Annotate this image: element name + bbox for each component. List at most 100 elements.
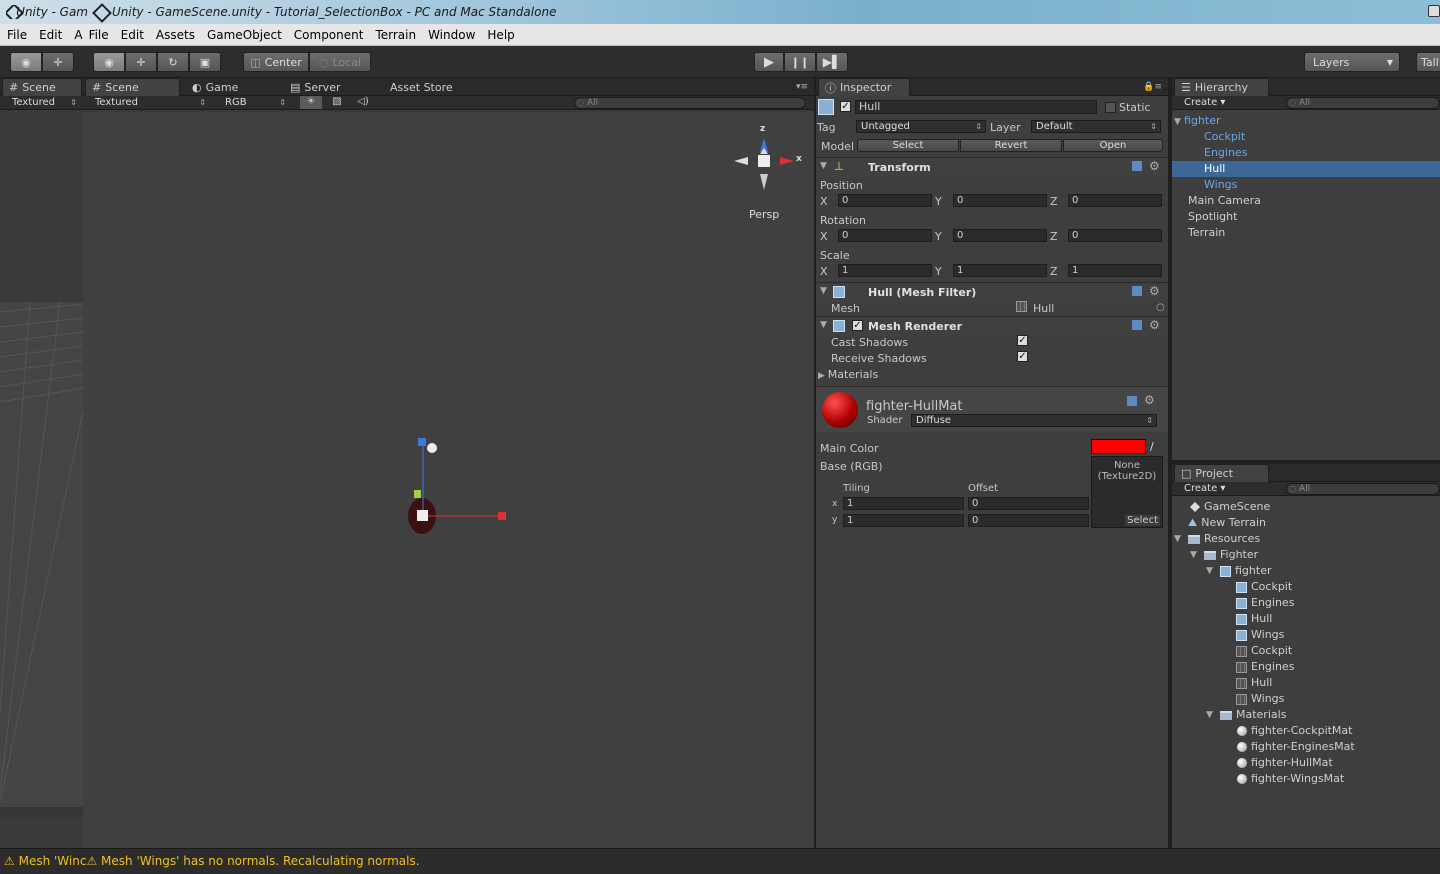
help-icon[interactable] xyxy=(1132,161,1142,171)
hierarchy-item-terrain[interactable]: Terrain xyxy=(1188,225,1225,241)
gizmo-negy-arrow[interactable] xyxy=(760,174,768,190)
project-item-wings-mat[interactable]: fighter-WingsMat xyxy=(1237,771,1344,787)
tab-hierarchy[interactable]: ☰ Hierarchy xyxy=(1174,78,1269,96)
project-item-engines-grid[interactable]: Engines xyxy=(1236,659,1294,675)
project-item-hull-grid[interactable]: Hull xyxy=(1236,675,1272,691)
tab-asset-store[interactable]: Asset Store xyxy=(384,78,459,96)
project-create-button[interactable]: Create ▾ xyxy=(1184,483,1225,494)
handle-x-cube[interactable] xyxy=(498,512,506,520)
rotation-z-field[interactable]: 0 xyxy=(1068,229,1162,242)
menu-edit-1[interactable]: Edit xyxy=(33,28,68,42)
model-open-button[interactable]: Open xyxy=(1063,139,1163,152)
foldout-arrow-icon[interactable]: ▼ xyxy=(820,286,827,296)
handle-y-cube[interactable] xyxy=(414,490,421,498)
panel-menu-icon[interactable]: ▾≡ xyxy=(796,82,808,92)
offset-y-field[interactable]: 0 xyxy=(968,514,1089,527)
project-item-wings-grid[interactable]: Wings xyxy=(1236,691,1284,707)
project-item-cockpit-grid[interactable]: Cockpit xyxy=(1236,643,1292,659)
mesh-value[interactable]: Hull xyxy=(1033,302,1054,315)
mesh-filter-header[interactable]: ▼ Hull (Mesh Filter) ⚙ xyxy=(816,282,1168,302)
gear-icon[interactable]: ⚙ xyxy=(1149,284,1160,298)
object-picker-icon[interactable]: ○ xyxy=(1156,302,1165,313)
hierarchy-search-input[interactable]: All xyxy=(1286,97,1440,109)
hierarchy-item-wings[interactable]: Wings xyxy=(1204,177,1237,193)
scene-view[interactable]: z x Persp xyxy=(0,112,814,848)
transform-handle[interactable] xyxy=(390,430,530,550)
hierarchy-item-main-camera[interactable]: Main Camera xyxy=(1188,193,1261,209)
move-tool-button[interactable]: ✛ xyxy=(125,52,157,72)
foldout-arrow-icon[interactable]: ▼ xyxy=(820,161,827,171)
layers-dropdown[interactable]: Layers ▼ xyxy=(1304,52,1400,72)
view-tool-button[interactable]: ◉ xyxy=(93,52,125,72)
audio-toggle[interactable]: ◁) xyxy=(352,96,374,109)
scale-z-field[interactable]: 1 xyxy=(1068,264,1162,277)
render-mode-dropdown-1[interactable]: Textured xyxy=(8,96,80,109)
pivot-center-button[interactable]: ◫ Center xyxy=(243,52,309,72)
gear-icon[interactable]: ⚙ xyxy=(1144,393,1155,407)
position-y-field[interactable]: 0 xyxy=(953,194,1047,207)
pivot-local-button[interactable]: ◌ Local xyxy=(309,52,371,72)
rotate-tool-button[interactable]: ↻ xyxy=(157,52,189,72)
pause-button[interactable]: ❙❙ xyxy=(784,52,816,72)
project-item-wings-mesh[interactable]: Wings xyxy=(1236,627,1284,643)
help-icon[interactable] xyxy=(1132,286,1142,296)
project-item-new-terrain[interactable]: ⛰ New Terrain xyxy=(1188,515,1266,531)
hierarchy-item-cockpit[interactable]: Cockpit xyxy=(1204,129,1245,145)
mesh-renderer-enabled-checkbox[interactable]: ✓ xyxy=(852,320,863,331)
view-tool-1-button[interactable]: ◉ xyxy=(10,52,42,72)
project-item-engines-mat[interactable]: fighter-EnginesMat xyxy=(1237,739,1355,755)
rotation-y-field[interactable]: 0 xyxy=(953,229,1047,242)
project-item-hull-mat[interactable]: fighter-HullMat xyxy=(1237,755,1333,771)
active-checkbox[interactable]: ✓ xyxy=(840,101,851,112)
tag-dropdown[interactable]: Untagged xyxy=(856,120,986,133)
channel-dropdown[interactable]: RGB xyxy=(221,96,289,109)
handle-center-cube[interactable] xyxy=(417,510,428,521)
main-color-swatch[interactable] xyxy=(1091,439,1146,454)
project-item-engines-mesh[interactable]: Engines xyxy=(1236,595,1294,611)
hierarchy-item-hull[interactable]: Hull xyxy=(1172,161,1440,177)
texture-slot[interactable]: None (Texture2D) Select xyxy=(1091,456,1163,528)
menu-file-1[interactable]: File xyxy=(0,28,33,42)
eyedropper-icon[interactable]: ∕ xyxy=(1150,440,1154,453)
mesh-renderer-header[interactable]: ▼ ✓ Mesh Renderer ⚙ xyxy=(816,316,1168,336)
gizmo-center[interactable] xyxy=(758,155,770,167)
menu-assets[interactable]: Assets xyxy=(150,28,201,42)
menu-terrain[interactable]: Terrain xyxy=(369,28,422,42)
hierarchy-item-engines[interactable]: Engines xyxy=(1204,145,1247,161)
materials-foldout[interactable]: ▶ Materials xyxy=(818,368,878,381)
hierarchy-item-spotlight[interactable]: Spotlight xyxy=(1188,209,1237,225)
help-icon[interactable] xyxy=(1127,396,1137,406)
play-button[interactable]: ▶ xyxy=(754,52,784,72)
menu-window[interactable]: Window xyxy=(422,28,481,42)
project-item-cockpit-mat[interactable]: fighter-CockpitMat xyxy=(1237,723,1352,739)
lighting-toggle[interactable]: ☀ xyxy=(300,96,322,109)
tab-inspector[interactable]: ⓘ Inspector xyxy=(818,78,910,96)
menu-file[interactable]: File xyxy=(83,28,115,42)
menu-a[interactable]: A xyxy=(68,28,82,42)
project-item-resources[interactable]: ▼ Resources xyxy=(1174,531,1260,547)
scale-tool-button[interactable]: ▣ xyxy=(189,52,221,72)
position-z-field[interactable]: 0 xyxy=(1068,194,1162,207)
layout-dropdown[interactable]: Tall xyxy=(1416,52,1440,72)
offset-x-field[interactable]: 0 xyxy=(968,497,1089,510)
receive-shadows-checkbox[interactable]: ✓ xyxy=(1017,351,1028,362)
move-tool-1-button[interactable]: ✛ xyxy=(42,52,74,72)
project-item-fighter-folder[interactable]: ▼ Fighter xyxy=(1190,547,1258,563)
scale-x-field[interactable]: 1 xyxy=(838,264,932,277)
tab-scene[interactable]: # Scene xyxy=(85,78,180,96)
menu-help[interactable]: Help xyxy=(481,28,520,42)
tiling-x-field[interactable]: 1 xyxy=(843,497,964,510)
window-control-button[interactable] xyxy=(1428,5,1440,17)
shader-dropdown[interactable]: Diffuse xyxy=(911,414,1157,427)
texture-select-button[interactable]: Select xyxy=(1125,515,1160,526)
orientation-gizmo[interactable] xyxy=(726,124,806,204)
hierarchy-create-button[interactable]: Create ▾ xyxy=(1184,97,1225,108)
project-item-hull-mesh[interactable]: Hull xyxy=(1236,611,1272,627)
panel-menu-icon[interactable]: 🔒≡ xyxy=(1143,82,1162,92)
tab-server[interactable]: ▤ Server xyxy=(284,78,346,96)
transform-header[interactable]: ▼ ⊥ Transform ⚙ xyxy=(816,157,1168,177)
gizmo-negx-arrow[interactable] xyxy=(734,157,748,165)
gear-icon[interactable]: ⚙ xyxy=(1149,159,1160,173)
help-icon[interactable] xyxy=(1132,320,1142,330)
rotation-x-field[interactable]: 0 xyxy=(838,229,932,242)
